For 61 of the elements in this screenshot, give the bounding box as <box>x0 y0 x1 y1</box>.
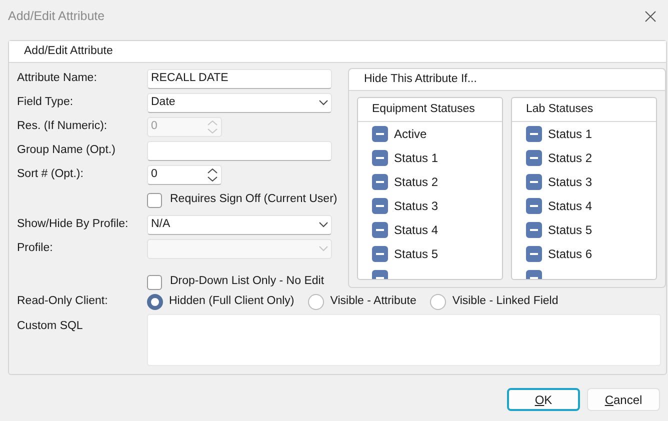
field-label: Attribute Name: <box>17 71 98 86</box>
checkbox-label: Requires Sign Off (Current User) <box>170 192 338 208</box>
dropdown[interactable]: N/A <box>147 215 332 235</box>
dialog-button[interactable]: OK <box>507 388 580 411</box>
radio-button[interactable] <box>430 294 446 310</box>
close-icon[interactable] <box>645 10 656 22</box>
checkbox[interactable] <box>526 246 542 262</box>
checkbox-label: Status 3 <box>394 198 438 215</box>
checkbox[interactable] <box>526 222 542 238</box>
checkbox[interactable] <box>372 222 388 238</box>
checkbox-label: Status 1 <box>394 150 438 167</box>
checkbox-label: Status 2 <box>394 174 438 191</box>
checkbox-label: Status 6 <box>548 246 592 263</box>
dialog-button[interactable]: Cancel <box>587 388 660 411</box>
checkbox[interactable] <box>526 198 542 214</box>
dropdown[interactable]: Date <box>147 93 332 113</box>
spin-box[interactable]: 0 <box>147 165 222 185</box>
radio-button[interactable] <box>308 294 324 310</box>
checkbox[interactable] <box>372 150 388 166</box>
radio-label: Visible - Attribute <box>330 294 416 310</box>
checkbox-label: Status 1 <box>548 126 592 143</box>
checkbox[interactable] <box>372 198 388 214</box>
checkbox[interactable] <box>526 126 542 142</box>
checkbox-label: Status 2 <box>548 150 592 167</box>
checkbox-label: Status 5 <box>394 246 438 263</box>
up-down-arrows-icon <box>207 168 218 182</box>
field-label: Show/Hide By Profile: <box>17 217 130 232</box>
field-label: Profile: <box>17 241 54 256</box>
field-label: Field Type: <box>17 95 74 110</box>
checkbox[interactable] <box>526 174 542 190</box>
input-field[interactable] <box>147 141 332 161</box>
field-label: Custom SQL <box>17 319 84 334</box>
field-label: Res. (If Numeric): <box>17 119 108 134</box>
checkbox[interactable] <box>147 275 162 290</box>
checkbox-label: Active <box>394 126 427 143</box>
window-title: Add/Edit Attribute <box>8 8 105 25</box>
chevron-down-icon <box>319 222 328 228</box>
chevron-down-icon <box>319 246 328 252</box>
field-label: Read-Only Client: <box>17 294 109 310</box>
checkbox-label: Status 5 <box>548 222 592 239</box>
chevron-down-icon <box>319 100 328 106</box>
input-field[interactable]: RECALL DATE <box>147 69 332 89</box>
checkbox[interactable] <box>372 126 388 142</box>
checkbox-label: Status 4 <box>394 222 438 239</box>
checkbox[interactable] <box>372 246 388 262</box>
radio-button[interactable] <box>147 294 163 310</box>
list-title: Lab Statuses <box>526 102 594 117</box>
radio-label: Visible - Linked Field <box>452 294 558 310</box>
checkbox[interactable] <box>372 174 388 190</box>
radio-label: Hidden (Full Client Only) <box>169 294 294 310</box>
checkbox[interactable] <box>526 150 542 166</box>
group-title: Add/Edit Attribute <box>24 44 113 59</box>
up-down-arrows-icon <box>207 120 218 134</box>
checkbox-label: Status 4 <box>548 198 592 215</box>
field-label: Sort # (Opt.): <box>17 167 84 182</box>
checkbox-label: Drop-Down List Only - No Edit <box>170 274 324 289</box>
list-title: Equipment Statuses <box>372 102 475 117</box>
checkbox-label: Status 3 <box>548 174 592 191</box>
field-label: Group Name (Opt.) <box>17 143 116 158</box>
checkbox[interactable] <box>147 192 162 208</box>
panel-title: Hide This Attribute If... <box>364 72 477 87</box>
